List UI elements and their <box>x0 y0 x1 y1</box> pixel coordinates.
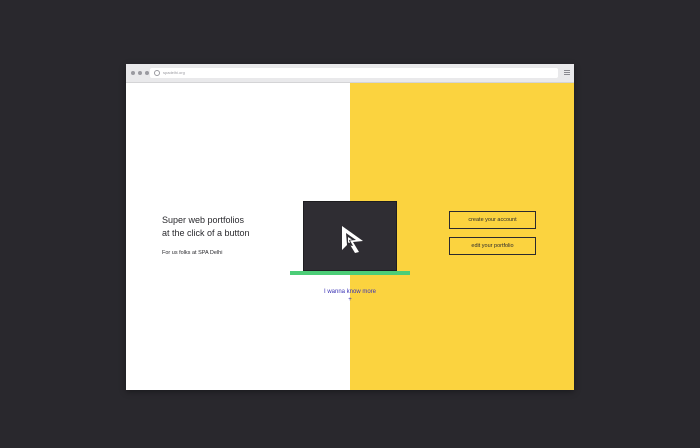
browser-toolbar: spadelhi.org <box>126 64 574 83</box>
hero-headline: Super web portfolios at the click of a b… <box>162 215 250 238</box>
url-icon <box>154 70 160 76</box>
menu-icon[interactable] <box>564 70 570 76</box>
edit-portfolio-button[interactable]: edit your portfolio <box>449 237 536 255</box>
minimize-dot[interactable] <box>138 71 142 75</box>
close-dot[interactable] <box>131 71 135 75</box>
page-content: Super web portfolios at the click of a b… <box>126 83 574 390</box>
hero-subline: For us folks at SPA Delhi <box>162 250 223 256</box>
browser-window: spadelhi.org Super web portfolios at the… <box>126 64 574 390</box>
address-text[interactable]: spadelhi.org <box>163 69 185 77</box>
laptop-base <box>290 271 410 275</box>
address-bar[interactable]: spadelhi.org <box>150 68 558 78</box>
create-account-button[interactable]: create your account <box>449 211 536 229</box>
spa-logo-icon <box>342 226 363 253</box>
know-more-link[interactable]: I wanna know more <box>298 288 402 296</box>
expand-plus-icon[interactable]: + <box>344 296 356 304</box>
window-controls <box>131 71 149 75</box>
maximize-dot[interactable] <box>145 71 149 75</box>
laptop-screen <box>303 201 397 271</box>
